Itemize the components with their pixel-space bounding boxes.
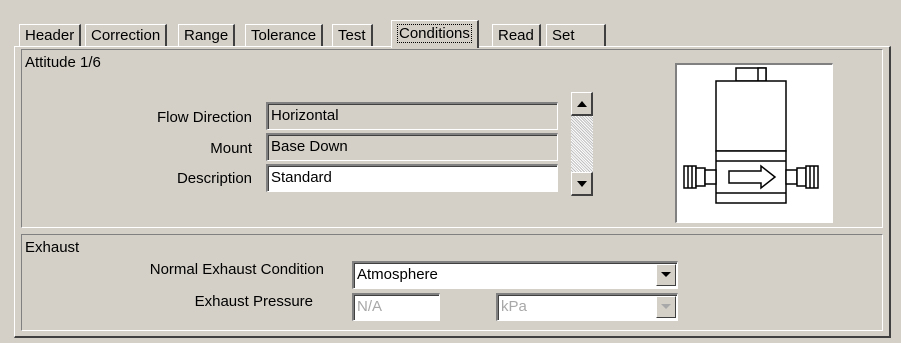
tab-header[interactable]: Header — [19, 24, 82, 46]
tab-label: Test — [338, 27, 366, 44]
tab-label: Tolerance — [251, 27, 317, 44]
scroll-track[interactable] — [571, 116, 593, 172]
scroll-down-arrow-icon — [576, 180, 587, 187]
tab-strip: Header Correction Range Tolerance Test C… — [19, 20, 619, 48]
scroll-down-button[interactable] — [571, 172, 593, 196]
attitude-group: Attitude 1/6 Flow Direction Horizontal M… — [21, 49, 883, 228]
flow-direction-field[interactable]: Horizontal — [266, 102, 558, 130]
tab-range[interactable]: Range — [178, 24, 236, 46]
tab-label: Read — [498, 27, 534, 44]
normal-exhaust-condition-dropdown-button[interactable] — [656, 264, 676, 286]
conditions-panel: Attitude 1/6 Flow Direction Horizontal M… — [14, 46, 891, 338]
exhaust-pressure-field[interactable]: N/A — [352, 293, 440, 321]
tab-label: Conditions — [397, 24, 472, 43]
attitude-scrollbar[interactable] — [571, 92, 593, 196]
chevron-down-icon — [661, 272, 671, 277]
description-label: Description — [176, 170, 252, 187]
normal-exhaust-condition-label: Normal Exhaust Condition — [149, 261, 324, 278]
tab-label: Set — [552, 27, 575, 44]
exhaust-group: Exhaust Normal Exhaust Condition Atmosph… — [21, 234, 883, 331]
attitude-group-title: Attitude 1/6 — [25, 54, 101, 71]
tab-label: Correction — [91, 27, 161, 44]
tab-label: Header — [25, 27, 75, 44]
tab-label: Range — [184, 27, 229, 44]
tab-conditions[interactable]: Conditions — [391, 20, 479, 48]
exhaust-pressure-unit-value: kPa — [501, 298, 527, 315]
exhaust-group-title: Exhaust — [25, 239, 80, 256]
tab-set[interactable]: Set — [546, 24, 606, 46]
normal-exhaust-condition-select[interactable]: Atmosphere — [352, 261, 678, 289]
description-field[interactable]: Standard — [266, 164, 558, 192]
flow-direction-label: Flow Direction — [156, 109, 252, 126]
tab-test[interactable]: Test — [332, 24, 373, 46]
mount-label: Mount — [210, 140, 252, 157]
exhaust-pressure-unit-dropdown-button[interactable] — [656, 296, 676, 318]
tab-correction[interactable]: Correction — [85, 24, 168, 46]
scroll-up-arrow-icon — [576, 100, 587, 107]
mount-field[interactable]: Base Down — [266, 133, 558, 161]
device-picture — [675, 63, 833, 223]
scroll-up-button[interactable] — [571, 92, 593, 116]
exhaust-pressure-label: Exhaust Pressure — [194, 293, 313, 310]
chevron-down-icon — [661, 304, 671, 309]
tab-tolerance[interactable]: Tolerance — [245, 24, 324, 46]
exhaust-pressure-unit-select[interactable]: kPa — [496, 293, 678, 321]
normal-exhaust-condition-value: Atmosphere — [357, 266, 438, 283]
tab-read[interactable]: Read — [492, 24, 541, 46]
flow-device-diagram-icon — [683, 67, 819, 204]
